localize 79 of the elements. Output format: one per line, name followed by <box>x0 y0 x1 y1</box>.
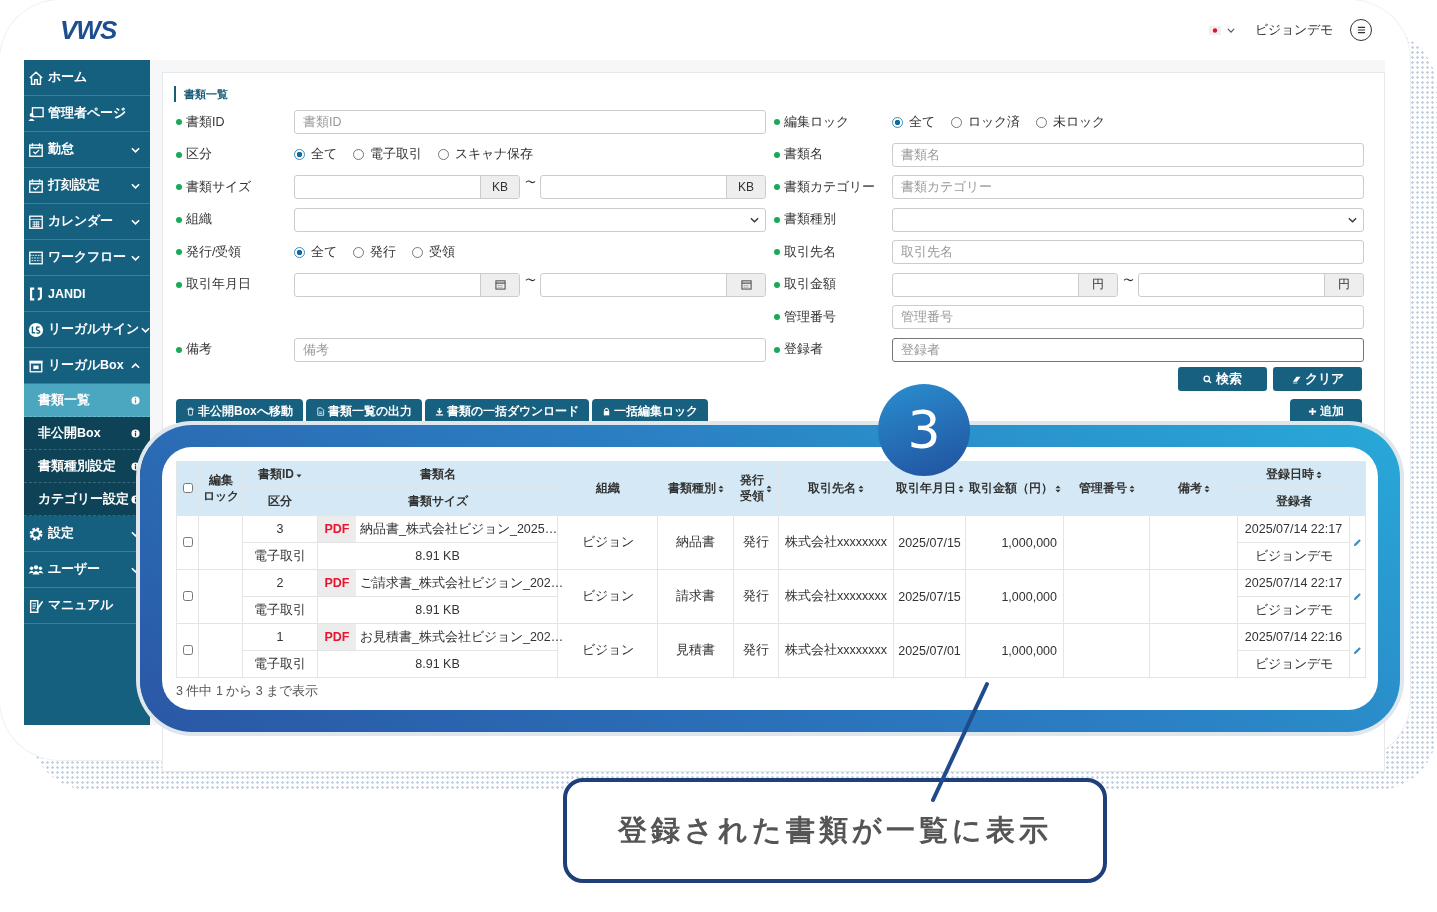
range-separator: 〜 <box>523 175 537 191</box>
radio-label[interactable]: 受領 <box>429 243 455 261</box>
text-field[interactable]: 書類カテゴリー <box>892 175 1364 200</box>
column-header: 区分 <box>268 494 292 509</box>
field-label: 組織 <box>176 211 294 229</box>
column-header: 書類ID <box>258 467 294 483</box>
add-button[interactable]: 追加 <box>1290 399 1362 423</box>
search-button[interactable]: 検索 <box>1178 367 1267 391</box>
field-label: 取引年月日 <box>176 276 294 294</box>
column-header: 書類名 <box>419 467 456 483</box>
column-header: 受領 <box>740 488 764 505</box>
field-label: 区分 <box>176 146 294 164</box>
file-type-badge: PDF <box>318 624 356 650</box>
column-header: 編集 <box>208 472 233 489</box>
file-type-badge: PDF <box>318 570 356 596</box>
text-field[interactable]: 書類名 <box>892 142 1364 167</box>
column-header: 書類種別 <box>667 480 716 497</box>
toolbar-button[interactable]: 書類一覧の出力 <box>305 399 422 423</box>
column-header: 備考 <box>1177 480 1202 497</box>
user-name[interactable]: ビジョンデモ <box>1255 21 1333 39</box>
column-header: 登録者 <box>1275 494 1312 509</box>
number-field[interactable]: 円 <box>892 272 1118 297</box>
sidebar-subitem[interactable]: 非公開Box <box>24 417 150 450</box>
radio-label[interactable]: 未ロック <box>1053 113 1105 131</box>
column-header: 書類サイズ <box>407 494 468 509</box>
logo[interactable]: VWS <box>60 17 117 43</box>
unit-label: 円 <box>1078 273 1117 296</box>
unit-label: KB <box>480 176 519 199</box>
field-label: 備考 <box>176 341 294 359</box>
file-type-badge: PDF <box>318 516 356 542</box>
column-header: ロック <box>202 488 239 505</box>
toolbar-button[interactable]: 非公開Boxへ移動 <box>176 399 303 423</box>
text-field[interactable]: 備考 <box>294 337 766 362</box>
callout: 登録された書類が一覧に表示 <box>563 778 1107 883</box>
unit-label: KB <box>726 176 765 199</box>
column-header: 発行 <box>740 472 764 489</box>
radio-label[interactable]: ロック済 <box>968 113 1020 131</box>
field-label: 取引金額 <box>774 276 892 294</box>
column-header: 取引金額（円） <box>968 480 1053 497</box>
text-field[interactable]: 取引先名 <box>892 240 1364 265</box>
field-label: 書類名 <box>774 146 892 164</box>
column-header: 登録日時 <box>1265 467 1314 483</box>
field-label: 書類カテゴリー <box>774 178 892 196</box>
range-separator: 〜 <box>523 272 537 288</box>
field-label: 取引先名 <box>774 243 892 261</box>
field-label: 書類サイズ <box>176 178 294 196</box>
file-name-link[interactable]: ご請求書_株式会社ビジョン_202… <box>356 570 564 596</box>
toolbar-button[interactable]: 一括編集ロック <box>591 399 708 423</box>
record-count: 3 件中 1 から 3 まで表示 <box>176 683 320 700</box>
sidebar-subitem[interactable]: 書類種別設定 <box>24 450 150 483</box>
file-name-link[interactable]: お見積書_株式会社ビジョン_202… <box>356 624 564 650</box>
field-label: 編集ロック <box>774 113 892 131</box>
radio-label[interactable]: 全て <box>909 113 935 131</box>
column-header: 取引先名 <box>808 480 856 497</box>
radio-label[interactable]: 全て <box>311 243 337 261</box>
number-field[interactable]: KB <box>540 175 766 200</box>
field-label: 登録者 <box>774 341 892 359</box>
field-label: 管理番号 <box>774 308 892 326</box>
radio-label[interactable]: 発行 <box>370 243 396 261</box>
field-label: 発行/受領 <box>176 243 294 261</box>
field-label: 書類種別 <box>774 211 892 229</box>
column-header: 管理番号 <box>1078 480 1127 497</box>
radio-label[interactable]: スキャナ保存 <box>455 146 533 164</box>
number-field[interactable]: 円 <box>1138 272 1364 297</box>
text-field[interactable]: 書類ID <box>294 110 766 135</box>
column-header: 組織 <box>595 480 620 497</box>
radio-label[interactable]: 電子取引 <box>370 146 422 164</box>
column-header: 取引年月日 <box>895 480 956 497</box>
field-label: 書類ID <box>176 113 294 131</box>
text-field[interactable]: 登録者 <box>892 337 1364 362</box>
page-title: 書類一覧 <box>174 86 1363 102</box>
file-name-link[interactable]: 納品書_株式会社ビジョン_2025… <box>356 516 558 542</box>
number-field[interactable]: KB <box>294 175 520 200</box>
range-separator: 〜 <box>1121 272 1135 288</box>
unit-label: 円 <box>1324 273 1363 296</box>
text-field[interactable]: 管理番号 <box>892 305 1364 330</box>
toolbar-button[interactable]: 書類の一括ダウンロード <box>424 399 589 423</box>
radio-label[interactable]: 全て <box>311 146 337 164</box>
clear-button[interactable]: クリア <box>1273 367 1362 391</box>
